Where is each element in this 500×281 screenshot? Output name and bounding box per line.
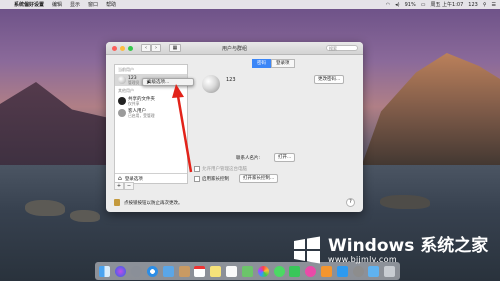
arrow-head (172, 84, 184, 98)
windows-logo-icon (294, 236, 320, 264)
notes-icon[interactable] (210, 265, 222, 277)
calendar-icon[interactable] (194, 265, 206, 277)
siri-icon[interactable] (115, 265, 127, 277)
arrow-shaft (176, 95, 193, 173)
finder-icon[interactable] (99, 265, 111, 277)
photos-icon[interactable] (257, 265, 269, 277)
contacts-icon[interactable] (178, 265, 190, 277)
watermark-url: www.bjjmlv.com (328, 254, 397, 264)
mail-icon[interactable] (162, 265, 174, 277)
watermark: Windows 系统之家 www.bjjmlv.com (292, 230, 492, 270)
reminders-icon[interactable] (226, 265, 238, 277)
safari-icon[interactable] (146, 265, 158, 277)
messages-icon[interactable] (273, 265, 285, 277)
launchpad-icon[interactable] (131, 265, 143, 277)
watermark-title: Windows 系统之家 (328, 235, 489, 256)
maps-icon[interactable] (241, 265, 253, 277)
